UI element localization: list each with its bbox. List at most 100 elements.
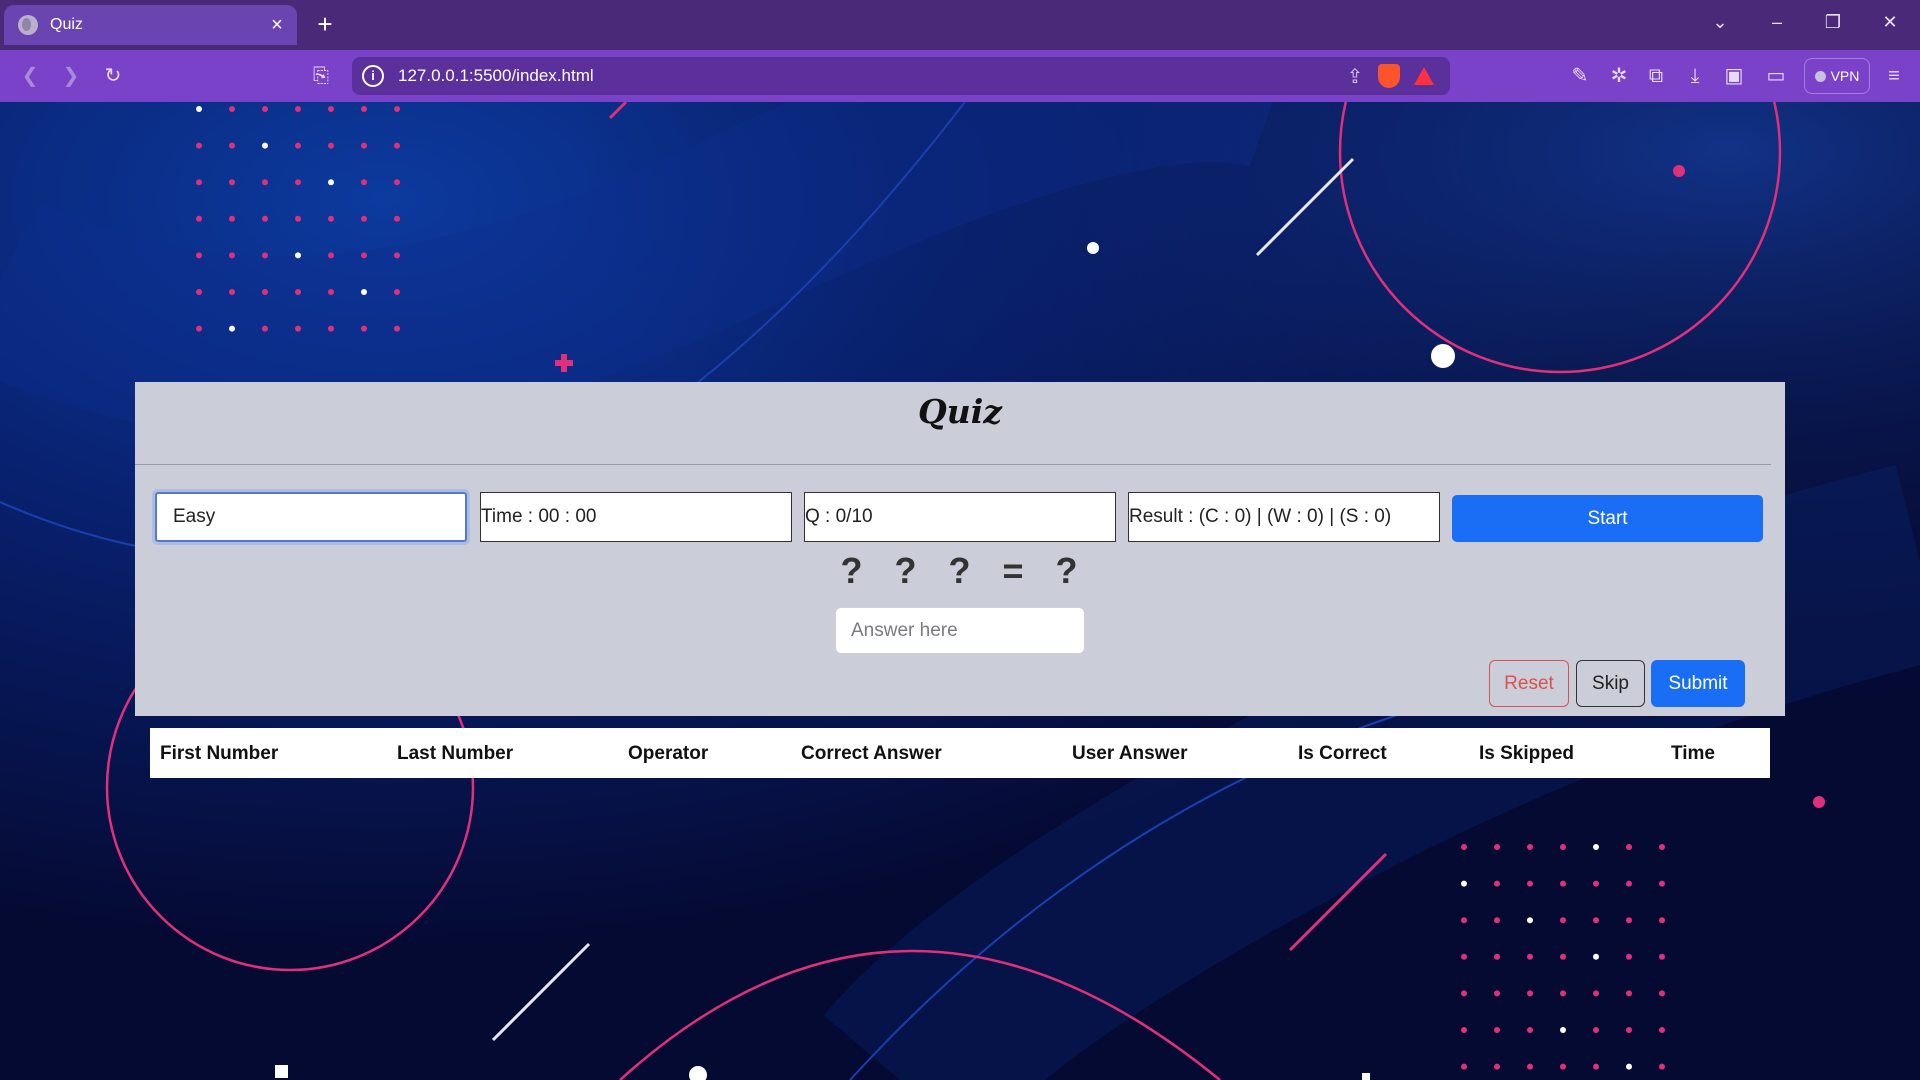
decor-dot bbox=[1593, 880, 1599, 887]
address-bar[interactable]: i 127.0.0.1:5500/index.html ⇪ bbox=[352, 57, 1450, 95]
globe-icon bbox=[18, 15, 38, 35]
restore-icon[interactable]: ❐ bbox=[1821, 12, 1845, 33]
decor-dot bbox=[328, 106, 334, 112]
decor-dot bbox=[328, 215, 334, 222]
menu-icon[interactable]: ≡ bbox=[1880, 63, 1908, 89]
decor-dot bbox=[394, 252, 400, 259]
decor-dot bbox=[262, 325, 268, 332]
new-tab-button[interactable]: + bbox=[312, 10, 338, 38]
decor-dot bbox=[1527, 844, 1533, 850]
extensions-icon[interactable]: ⧉ bbox=[1642, 63, 1670, 89]
decor-dot bbox=[1626, 1027, 1632, 1033]
brave-shields-icon[interactable] bbox=[1378, 64, 1400, 88]
sidebar-icon[interactable]: ▣ bbox=[1720, 63, 1748, 89]
decor-dot bbox=[1560, 990, 1566, 997]
tab-search-icon[interactable]: ⌄ bbox=[1708, 12, 1732, 33]
quiz-title: Quiz bbox=[917, 392, 1002, 431]
decor-dot bbox=[394, 215, 400, 222]
column-header: User Answer bbox=[1072, 743, 1188, 764]
decor-dot bbox=[1659, 990, 1665, 997]
difficulty-value: Easy bbox=[173, 506, 216, 527]
decor-dot bbox=[262, 106, 268, 112]
decor-dot bbox=[1494, 880, 1500, 887]
question-value: Q : 0/10 bbox=[805, 506, 873, 527]
decor-dot bbox=[361, 289, 367, 295]
decor-dot bbox=[1659, 1063, 1665, 1070]
divider bbox=[135, 464, 1771, 465]
decor-dot bbox=[1560, 880, 1566, 887]
decor-dot bbox=[1593, 844, 1599, 850]
decor-dot bbox=[1461, 844, 1467, 850]
submit-button[interactable]: Submit bbox=[1651, 660, 1745, 707]
decor-dot bbox=[1527, 880, 1533, 887]
column-header: First Number bbox=[160, 743, 279, 764]
decor-dot bbox=[1593, 917, 1599, 924]
decor-dot bbox=[1626, 990, 1632, 997]
decor-dot bbox=[328, 179, 334, 186]
column-header: Operator bbox=[628, 743, 709, 764]
decor-dot bbox=[328, 325, 334, 332]
close-window-icon[interactable]: ✕ bbox=[1878, 12, 1902, 33]
decor-dot bbox=[1659, 880, 1665, 887]
decor-dot bbox=[1527, 1063, 1533, 1070]
column-header: Is Skipped bbox=[1479, 743, 1575, 764]
tab-title: Quiz bbox=[50, 16, 83, 33]
decor-dot bbox=[295, 325, 301, 332]
decor-dot bbox=[1659, 1027, 1665, 1033]
decor-dot bbox=[262, 215, 268, 222]
decor-dot bbox=[1593, 1027, 1599, 1033]
brave-rewards-icon[interactable] bbox=[1414, 67, 1434, 85]
decor-dot bbox=[1626, 917, 1632, 924]
reset-button[interactable]: Reset bbox=[1489, 660, 1569, 707]
decor-dot bbox=[361, 325, 367, 332]
url-text[interactable]: 127.0.0.1:5500/index.html bbox=[398, 66, 1340, 86]
decor-dot bbox=[1626, 1063, 1632, 1070]
decor-dot bbox=[361, 215, 367, 222]
answer-input[interactable]: Answer here bbox=[835, 607, 1085, 654]
decor-dot bbox=[1560, 844, 1566, 850]
decor-dot bbox=[262, 142, 268, 149]
decor-dot bbox=[1494, 953, 1500, 960]
share-icon[interactable]: ⇪ bbox=[1340, 64, 1370, 89]
back-icon[interactable]: ❮ bbox=[16, 63, 44, 89]
decor-dot bbox=[1659, 917, 1665, 924]
browser-tab-bar: Quiz × + ⌄ – ❐ ✕ bbox=[0, 0, 1920, 50]
forward-icon[interactable]: ❯ bbox=[57, 63, 85, 89]
decor-dot bbox=[1527, 1027, 1533, 1033]
decor-dot bbox=[1494, 1063, 1500, 1070]
wallet-icon[interactable]: ▭ bbox=[1762, 63, 1790, 89]
browser-tab[interactable]: Quiz × bbox=[4, 5, 297, 45]
decor-dot bbox=[1494, 1027, 1500, 1033]
skip-button[interactable]: Skip bbox=[1576, 660, 1645, 707]
decor-dot bbox=[1560, 917, 1566, 924]
decor-dot bbox=[1461, 990, 1467, 997]
start-button[interactable]: Start bbox=[1452, 495, 1763, 542]
decor-dot bbox=[361, 179, 367, 186]
quiz-card: Quiz Easy Time : 00 : 00 Q : 0/10 Result… bbox=[135, 382, 1785, 716]
decor-dot bbox=[361, 252, 367, 259]
decor-dot bbox=[196, 142, 202, 149]
brush-icon[interactable]: ✎ bbox=[1566, 63, 1594, 89]
column-header: Is Correct bbox=[1298, 743, 1387, 764]
decor-dot bbox=[1494, 990, 1500, 997]
decor-dot bbox=[394, 179, 400, 186]
info-icon[interactable]: i bbox=[362, 65, 384, 87]
decor-dot bbox=[295, 142, 301, 149]
vpn-button[interactable]: VPN bbox=[1804, 58, 1870, 94]
decor-dot bbox=[196, 252, 202, 259]
decor-dot bbox=[1494, 844, 1500, 850]
decor-dot bbox=[1494, 917, 1500, 924]
decor-dot bbox=[229, 289, 235, 295]
decor-dot bbox=[328, 289, 334, 295]
time-value: Time : 00 : 00 bbox=[481, 506, 597, 527]
decor-dot bbox=[1461, 880, 1467, 887]
download-icon[interactable]: ⤓ bbox=[1681, 63, 1709, 89]
decor-dot bbox=[229, 252, 235, 259]
close-tab-icon[interactable]: × bbox=[263, 14, 291, 37]
leo-icon[interactable]: ✲ bbox=[1605, 63, 1633, 89]
minimize-icon[interactable]: – bbox=[1765, 12, 1789, 33]
difficulty-select[interactable]: Easy bbox=[155, 492, 467, 542]
decor-dot bbox=[1659, 844, 1665, 850]
reload-icon[interactable]: ↻ bbox=[99, 63, 127, 89]
bookmark-icon[interactable]: ⎘ bbox=[307, 63, 335, 89]
